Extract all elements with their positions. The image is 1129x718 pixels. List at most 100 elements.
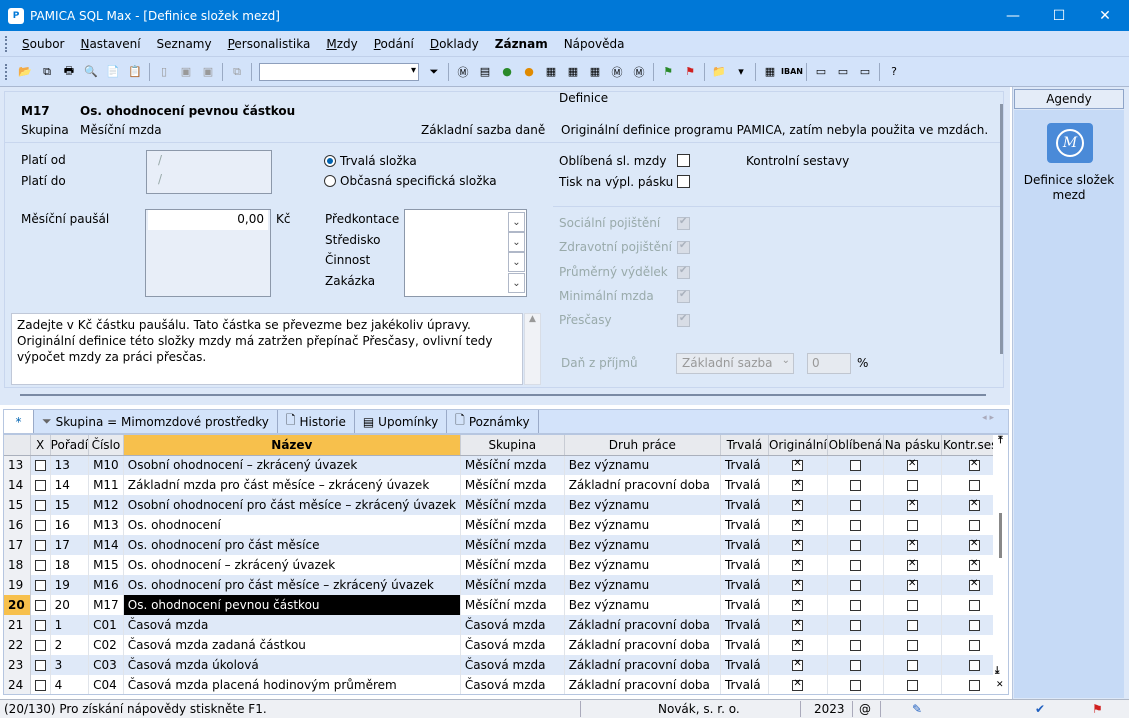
scroll-thumb[interactable] [999,513,1002,558]
kontr-sest-checkbox[interactable] [968,558,980,571]
oblibena-checkbox[interactable] [849,620,861,631]
menu-2[interactable]: Seznamy [149,37,220,51]
x-checkbox[interactable] [34,480,46,491]
menu-5[interactable]: Podání [366,37,422,51]
radio-permanent[interactable] [324,155,336,167]
column-header[interactable]: Oblíbená [827,435,885,456]
m-add-icon[interactable]: Ⓜ [630,63,648,81]
dan-combo[interactable]: Základní sazba ⌄ [676,353,794,374]
m-icon[interactable]: Ⓜ [454,63,472,81]
kontr-sest-checkbox[interactable] [968,680,980,691]
export-icon[interactable]: 📋 [126,63,144,81]
validity-box[interactable] [146,150,272,194]
quick-search-combo[interactable] [259,62,419,81]
tab-upominky[interactable]: ▤ Upomínky [355,410,448,433]
table-row[interactable]: 24 4 C04 Časová mzda placená hodinovým prům… [4,675,1008,694]
copy-icon[interactable]: ⧉ [38,63,56,81]
na-pasku-checkbox[interactable] [906,680,918,691]
tab-historie[interactable]: 🗋 Historie [278,410,355,433]
table-row[interactable]: 16 16 M13 Os. ohodnocení Měsíční mzda Bez výz… [4,515,1008,535]
kontr-sest-checkbox[interactable] [968,520,980,531]
column-header[interactable]: Skupina [460,435,565,456]
cinnost-dropdown[interactable]: ⌄ [508,252,525,272]
column-header[interactable]: Název [123,435,461,456]
na-pasku-checkbox[interactable] [906,640,918,651]
kontr-sest-checkbox[interactable] [968,640,980,651]
originalni-checkbox[interactable] [792,498,804,511]
na-pasku-checkbox[interactable] [906,480,918,491]
window2-icon[interactable]: ▭ [856,63,874,81]
menu-8[interactable]: Nápověda [556,37,633,51]
dropdown-arrow-icon[interactable]: ▾ [732,63,750,81]
na-pasku-checkbox[interactable] [906,538,918,551]
na-pasku-checkbox[interactable] [906,620,918,631]
oblibena-checkbox[interactable] [849,660,861,671]
oblibena-checkbox[interactable] [849,540,861,551]
originalni-checkbox[interactable] [792,598,804,611]
column-header[interactable]: Trvalá [720,435,769,456]
x-checkbox[interactable] [34,620,46,631]
na-pasku-checkbox[interactable] [906,660,918,671]
zdrav-checkbox[interactable] [677,240,690,254]
flag-icon[interactable]: ⚑ [1092,702,1103,716]
tab-poznamky[interactable]: 🗋 Poznámky [447,410,539,433]
agenda-item-label[interactable]: Definice složek mezd [1016,173,1122,203]
soc-checkbox[interactable] [677,216,690,230]
x-checkbox[interactable] [34,520,46,531]
x-checkbox[interactable] [34,500,46,511]
scroll-bottom-icon[interactable]: ⤓ [995,665,999,676]
scroll-top-icon[interactable]: ⤒ [993,435,1008,446]
zakazka-dropdown[interactable]: ⌄ [508,273,525,293]
kontr-sest-checkbox[interactable] [968,660,980,671]
x-checkbox[interactable] [34,680,46,691]
window-icon[interactable]: ▭ [834,63,852,81]
x-checkbox[interactable] [34,580,46,591]
originalni-checkbox[interactable] [792,538,804,551]
oblibena-checkbox[interactable] [849,480,861,491]
column-header[interactable]: Pořadí [50,435,90,456]
kontr-sest-checkbox[interactable] [968,600,980,611]
originalni-checkbox[interactable] [792,678,804,691]
menu-4[interactable]: Mzdy [318,37,365,51]
flag-red-icon[interactable]: ⚑ [681,63,699,81]
preview-icon[interactable]: 🔍 [82,63,100,81]
flag-green-icon[interactable]: ⚑ [659,63,677,81]
tab-skupina[interactable]: ⏷ Skupina = Mimomzdové prostředky [34,410,278,433]
help-icon[interactable]: ? [885,63,903,81]
oblibena-checkbox[interactable] [849,460,861,472]
open-icon[interactable]: 📂 [16,63,34,81]
calendar-icon[interactable]: ▦ [542,63,560,81]
oblibena-checkbox[interactable] [849,580,861,591]
form-scrollbar[interactable] [1000,104,1003,354]
originalni-checkbox[interactable] [792,518,804,531]
menu-6[interactable]: Doklady [422,37,487,51]
x-checkbox[interactable] [34,560,46,571]
x-checkbox[interactable] [34,460,46,472]
predkontace-dropdown[interactable]: ⌄ [508,212,525,232]
splitter[interactable] [20,394,986,396]
oblibena-checkbox[interactable] [849,560,861,571]
calendar-check-icon[interactable]: ▦ [564,63,582,81]
oblibena-checkbox[interactable] [849,500,861,511]
oblibena-checkbox[interactable] [849,600,861,611]
save-all-icon[interactable]: ▣ [199,63,217,81]
filter-icon[interactable]: ⏷ [425,63,443,81]
oblibena-checkbox[interactable] [849,680,861,691]
dan-pct-input[interactable]: 0 [807,353,851,374]
table-row[interactable]: 18 18 M15 Os. ohodnocení – zkrácený úvazek M… [4,555,1008,575]
monitor-icon[interactable]: ▭ [812,63,830,81]
table-row[interactable]: 15 15 M12 Osobní ohodnocení pro část měsíce… [4,495,1008,515]
column-header[interactable]: Na pásku [883,435,942,456]
x-checkbox[interactable] [34,600,46,611]
kontr-sest-checkbox[interactable] [968,480,980,491]
close-button[interactable]: ✕ [1082,0,1128,31]
tisk-checkbox[interactable] [677,175,690,188]
na-pasku-checkbox[interactable] [906,578,918,591]
table-row[interactable]: 20 20 M17 Os. ohodnocení pevnou částkou Měsí… [4,595,1008,615]
user-green-icon[interactable]: ● [498,63,516,81]
monthly-input[interactable]: 0,00 [148,210,268,230]
oblibena-checkbox[interactable] [677,154,690,167]
new-record-icon[interactable]: ▯ [155,63,173,81]
na-pasku-checkbox[interactable] [906,600,918,611]
na-pasku-checkbox[interactable] [906,498,918,511]
